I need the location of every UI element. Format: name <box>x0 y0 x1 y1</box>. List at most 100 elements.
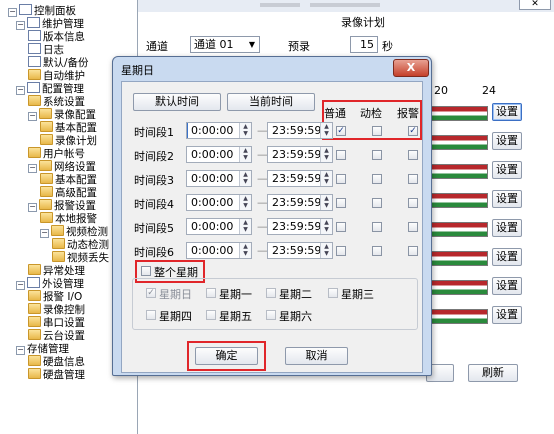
tree-item[interactable]: 高级配置 <box>40 186 97 200</box>
tree-item[interactable]: 默认/备份 <box>28 56 89 70</box>
close-icon[interactable]: ✕ <box>519 0 551 10</box>
day-checkbox[interactable] <box>266 310 276 320</box>
tree-item[interactable]: 串口设置 <box>28 316 85 330</box>
tree-item[interactable]: 基本配置 <box>40 121 97 135</box>
start-time-input[interactable]: 0:00:00 ▲ ▼ <box>186 170 252 187</box>
collapse-icon[interactable]: − <box>28 203 37 212</box>
end-time-input[interactable]: 23:59:59 ▲ ▼ <box>267 194 333 211</box>
tree-item[interactable]: 录像控制 <box>28 303 85 317</box>
tree-item[interactable]: 硬盘管理 <box>28 368 85 382</box>
end-time-input[interactable]: 23:59:59 ▲ ▼ <box>267 122 333 139</box>
whole-week-checkbox[interactable] <box>141 266 151 276</box>
day-checkbox[interactable]: ✓ <box>146 288 156 298</box>
start-time-input[interactable]: 0:00:00 ▲ ▼ <box>186 242 252 259</box>
setting-button[interactable]: 设置 <box>492 103 522 121</box>
refresh-button[interactable]: 刷新 <box>468 364 518 382</box>
setting-button[interactable]: 设置 <box>492 248 522 266</box>
start-time-input[interactable]: 0:00:00 ▲ ▼ <box>186 194 252 211</box>
normal-checkbox[interactable] <box>336 150 346 160</box>
day-checkbox[interactable] <box>146 310 156 320</box>
prerecord-input[interactable]: 15 <box>350 36 378 53</box>
spinner-icon[interactable]: ▲ ▼ <box>320 123 332 138</box>
spinner-icon[interactable]: ▲ ▼ <box>239 219 251 234</box>
tree-item[interactable]: − 存储管理 <box>16 342 69 356</box>
motion-checkbox[interactable] <box>372 126 382 136</box>
tree-item[interactable]: − 网络设置 <box>28 160 96 174</box>
alarm-checkbox[interactable] <box>408 150 418 160</box>
default-time-button[interactable]: 默认时间 <box>133 93 221 111</box>
motion-checkbox[interactable] <box>372 198 382 208</box>
end-time-input[interactable]: 23:59:59 ▲ ▼ <box>267 218 333 235</box>
motion-checkbox[interactable] <box>372 246 382 256</box>
day-checkbox[interactable] <box>206 288 216 298</box>
tree-item[interactable]: 云台设置 <box>28 329 85 343</box>
setting-button[interactable]: 设置 <box>492 190 522 208</box>
collapse-icon[interactable]: − <box>16 281 25 290</box>
day-checkbox[interactable] <box>328 288 338 298</box>
normal-checkbox[interactable] <box>336 246 346 256</box>
spinner-icon[interactable]: ▲ ▼ <box>239 195 251 210</box>
tree-item[interactable]: 动态检测 <box>52 238 109 252</box>
current-time-button[interactable]: 当前时间 <box>227 93 315 111</box>
tree-item[interactable]: 录像计划 <box>40 134 97 148</box>
motion-checkbox[interactable] <box>372 150 382 160</box>
setting-button[interactable]: 设置 <box>492 306 522 324</box>
alarm-checkbox[interactable] <box>408 222 418 232</box>
collapse-icon[interactable]: − <box>40 229 49 238</box>
spinner-icon[interactable]: ▲ ▼ <box>320 171 332 186</box>
tree-item[interactable]: 自动维护 <box>28 69 85 83</box>
tree-item[interactable]: 报警 I/O <box>28 290 82 304</box>
tree-item[interactable]: − 报警设置 <box>28 199 96 213</box>
end-time-input[interactable]: 23:59:59 ▲ ▼ <box>267 170 333 187</box>
tree-item[interactable]: − 外设管理 <box>16 277 84 291</box>
normal-checkbox[interactable] <box>336 174 346 184</box>
ok-button[interactable]: 确定 <box>195 347 258 365</box>
normal-checkbox[interactable] <box>336 222 346 232</box>
tree-item[interactable]: 用户帐号 <box>28 147 85 161</box>
tree-item[interactable]: 日志 <box>28 43 64 57</box>
motion-checkbox[interactable] <box>372 174 382 184</box>
start-time-input[interactable]: 0:00:00 ▲ ▼ <box>186 218 252 235</box>
start-time-input[interactable]: 0:00:00 ▲ ▼ <box>186 146 252 163</box>
spinner-icon[interactable]: ▲ ▼ <box>320 219 332 234</box>
setting-button[interactable]: 设置 <box>492 219 522 237</box>
setting-button[interactable]: 设置 <box>492 132 522 150</box>
normal-checkbox[interactable] <box>336 198 346 208</box>
tree-item[interactable]: − 录像配置 <box>28 108 96 122</box>
setting-button[interactable]: 设置 <box>492 161 522 179</box>
tree-item[interactable]: 系统设置 <box>28 95 85 109</box>
collapse-icon[interactable]: − <box>8 8 17 17</box>
dialog-close-button[interactable]: X <box>393 59 429 77</box>
alarm-checkbox[interactable] <box>408 198 418 208</box>
cancel-button[interactable]: 取消 <box>285 347 348 365</box>
start-time-input[interactable]: 0:00:00 ▲ ▼ <box>186 122 252 139</box>
tree-item[interactable]: 基本配置 <box>40 173 97 187</box>
collapse-icon[interactable]: − <box>28 164 37 173</box>
day-checkbox[interactable] <box>206 310 216 320</box>
end-time-input[interactable]: 23:59:59 ▲ ▼ <box>267 146 333 163</box>
tree-item[interactable]: − 配置管理 <box>16 82 84 96</box>
setting-button[interactable]: 设置 <box>492 277 522 295</box>
day-checkbox[interactable] <box>266 288 276 298</box>
tree-item[interactable]: − 控制面板 <box>8 4 76 18</box>
tree-item[interactable]: 本地报警 <box>40 212 97 226</box>
alarm-checkbox[interactable]: ✓ <box>408 126 418 136</box>
normal-checkbox[interactable]: ✓ <box>336 126 346 136</box>
spinner-icon[interactable]: ▲ ▼ <box>239 243 251 258</box>
collapse-icon[interactable]: − <box>16 346 25 355</box>
spinner-icon[interactable]: ▲ ▼ <box>320 243 332 258</box>
tree-item[interactable]: 视频丢失 <box>52 251 109 265</box>
spinner-icon[interactable]: ▲ ▼ <box>239 147 251 162</box>
motion-checkbox[interactable] <box>372 222 382 232</box>
alarm-checkbox[interactable] <box>408 174 418 184</box>
tree-item[interactable]: − 维护管理 <box>16 17 84 31</box>
collapse-icon[interactable]: − <box>16 21 25 30</box>
collapse-icon[interactable]: − <box>16 86 25 95</box>
tree-item[interactable]: 版本信息 <box>28 30 85 44</box>
end-time-input[interactable]: 23:59:59 ▲ ▼ <box>267 242 333 259</box>
collapse-icon[interactable]: − <box>28 112 37 121</box>
spinner-icon[interactable]: ▲ ▼ <box>320 195 332 210</box>
spinner-icon[interactable]: ▲ ▼ <box>239 171 251 186</box>
tree-item[interactable]: 异常处理 <box>28 264 85 278</box>
tree-item[interactable]: − 视频检测 <box>40 225 108 239</box>
